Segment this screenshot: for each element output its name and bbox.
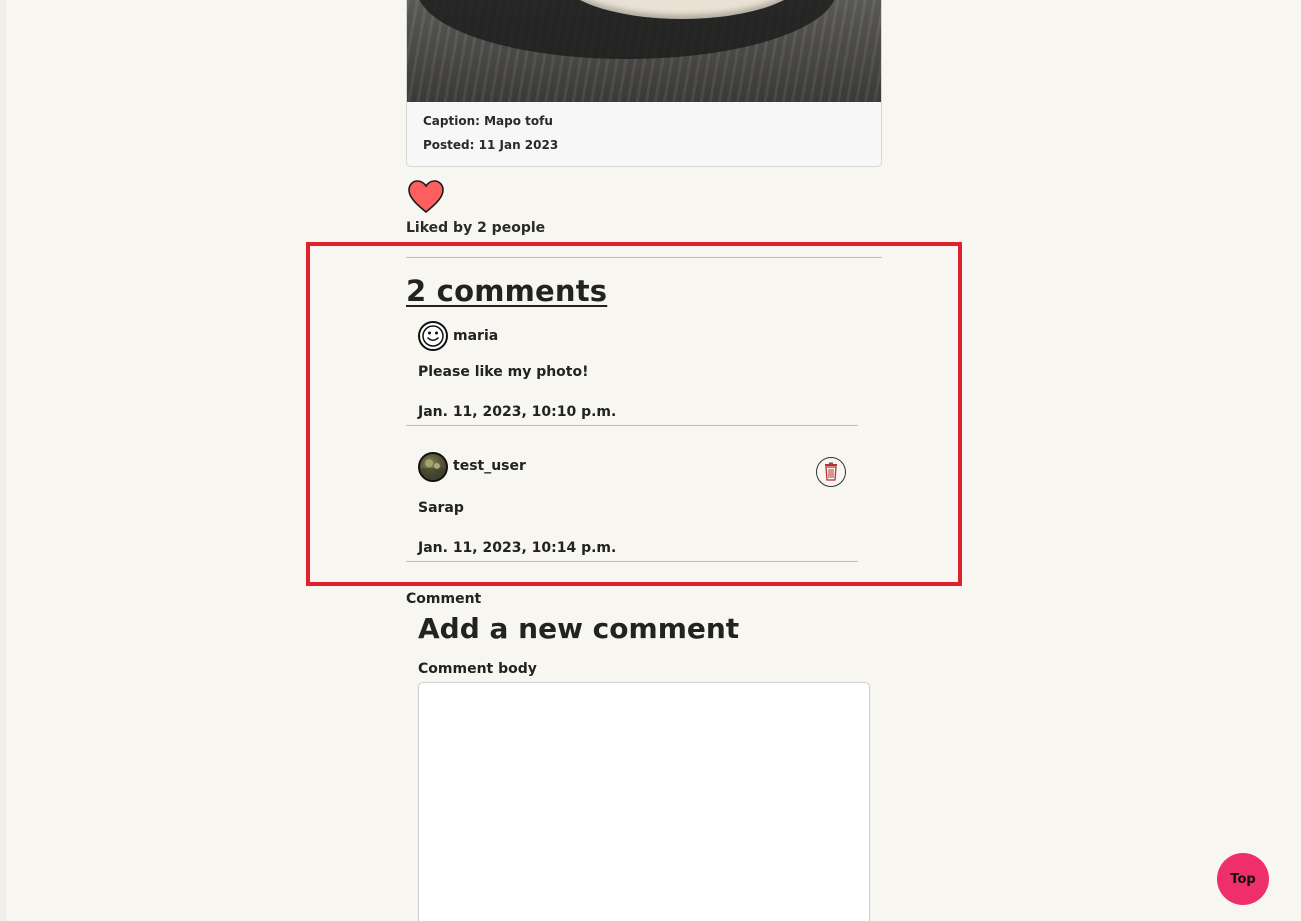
comment-item: maria Please like my photo! Jan. 11, 202… bbox=[406, 320, 858, 426]
page: Caption: Mapo tofu Posted: 11 Jan 2023 L… bbox=[0, 0, 1301, 921]
scroll-top-button[interactable]: Top bbox=[1217, 853, 1269, 905]
comment-body: Sarap bbox=[418, 500, 464, 516]
comment-date: Jan. 11, 2023, 10:14 p.m. bbox=[418, 540, 617, 556]
post-card: Caption: Mapo tofu Posted: 11 Jan 2023 bbox=[406, 0, 882, 167]
post-meta: Caption: Mapo tofu Posted: 11 Jan 2023 bbox=[423, 113, 558, 161]
form-title: Add a new comment bbox=[418, 612, 740, 645]
user-avatar bbox=[418, 452, 448, 482]
liked-by-count: Liked by 2 people bbox=[406, 220, 546, 236]
comment-username[interactable]: maria bbox=[453, 328, 498, 344]
heart-icon[interactable] bbox=[408, 180, 444, 214]
comment-item: test_user Sarap Jan. 11, 2023, 10:14 p.m… bbox=[406, 450, 858, 562]
post-caption: Caption: Mapo tofu bbox=[423, 114, 553, 128]
comment-body-label: Comment body bbox=[418, 661, 537, 677]
comment-section-label: Comment bbox=[406, 591, 482, 607]
delete-comment-button[interactable] bbox=[816, 457, 846, 487]
comment-body-input[interactable] bbox=[418, 682, 870, 921]
post-image bbox=[407, 0, 881, 102]
post-date: Posted: 11 Jan 2023 bbox=[423, 138, 559, 152]
comment-username[interactable]: test_user bbox=[453, 458, 526, 474]
comments-heading[interactable]: 2 comments bbox=[406, 274, 607, 308]
left-gutter bbox=[0, 0, 6, 921]
comment-body: Please like my photo! bbox=[418, 364, 589, 380]
smiley-icon bbox=[418, 321, 448, 351]
divider bbox=[406, 257, 882, 258]
comment-date: Jan. 11, 2023, 10:10 p.m. bbox=[418, 404, 617, 420]
